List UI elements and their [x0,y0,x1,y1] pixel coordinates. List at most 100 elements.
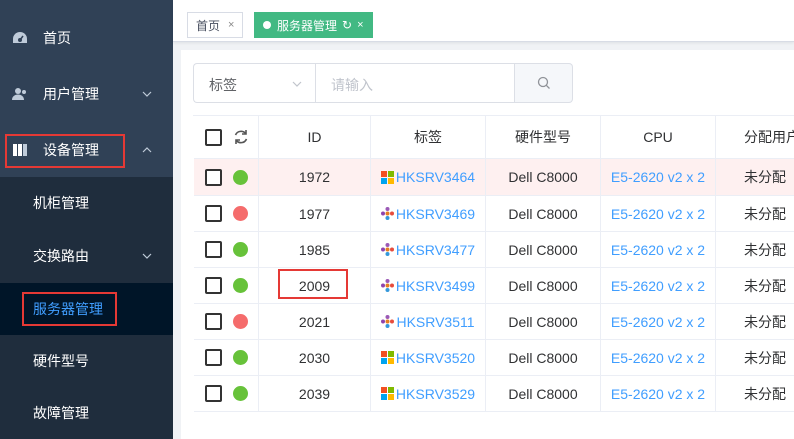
cell-cpu[interactable]: E5-2620 v2 x 2 [601,196,716,231]
header-id[interactable]: ID [259,116,371,158]
row-checkbox[interactable] [205,205,222,222]
sidebar-item-label: 机柜管理 [33,195,89,211]
status-green-icon [233,386,248,401]
row-checkbox[interactable] [205,277,222,294]
cell-id: 2021 [259,304,371,339]
sidebar-item-switch-routing[interactable]: 交换路由 [0,230,173,282]
sidebar-item-label: 故障管理 [33,405,89,421]
tab-home[interactable]: 首页 × [187,12,244,38]
sidebar-item-home[interactable]: 首页 [0,10,173,66]
search-input[interactable]: 请输入 [315,63,515,103]
field-select[interactable]: 标签 [193,63,315,103]
tab-label: 服务器管理 [277,18,338,33]
select-cell [194,268,259,303]
header-cpu[interactable]: CPU [601,116,716,158]
table-row[interactable]: 1972 HKSRV3464 Dell C8000 E5-2620 v2 x 2 未分配 [194,159,794,196]
submenu: 机柜管理 交换路由 服务器管理 硬件型号 故障管理 [0,177,173,439]
sidebar: 首页 用户管理 设备管理 机柜管理 交换路由 服务器管理 硬件型号 故障管理 [0,0,173,439]
row-checkbox[interactable] [205,241,222,258]
sidebar-item-users[interactable]: 用户管理 [0,66,173,122]
table-row[interactable]: 1985 HKSRV3477 Dell C8000 E5-2620 v2 x 2 未分配 [194,232,794,268]
table-row[interactable]: 2039 HKSRV3529 Dell C8000 E5-2620 v2 x 2 未分配 [194,376,794,412]
cell-tag[interactable]: HKSRV3499 [371,268,486,303]
server-tag-link[interactable]: HKSRV3464 [396,169,475,185]
status-green-icon [233,242,248,257]
header-model[interactable]: 硬件型号 [486,116,601,158]
sidebar-item-label: 硬件型号 [33,353,89,369]
cpu-link[interactable]: E5-2620 v2 x 2 [611,386,705,402]
row-checkbox[interactable] [205,313,222,330]
cell-tag[interactable]: HKSRV3511 [371,304,486,339]
cpu-link[interactable]: E5-2620 v2 x 2 [611,206,705,222]
refresh-icon[interactable]: ↻ [342,18,352,32]
sidebar-item-faults[interactable]: 故障管理 [0,387,173,439]
sidebar-item-devices[interactable]: 设备管理 [0,122,173,178]
sidebar-item-label: 服务器管理 [33,301,103,317]
cell-id: 1977 [259,196,371,231]
cpu-link[interactable]: E5-2620 v2 x 2 [611,242,705,258]
cell-tag[interactable]: HKSRV3464 [371,159,486,195]
close-icon[interactable]: × [357,19,363,31]
select-all-checkbox[interactable] [205,128,222,146]
table-row[interactable]: 2009 HKSRV3499 Dell C8000 E5-2620 v2 x 2 未分配 [194,268,794,304]
sidebar-item-label: 交换路由 [33,248,89,264]
sidebar-item-cabinet[interactable]: 机柜管理 [0,177,173,229]
windows-icon [380,170,394,184]
cell-cpu[interactable]: E5-2620 v2 x 2 [601,304,716,339]
server-tag-link[interactable]: HKSRV3477 [396,242,475,258]
cpu-link[interactable]: E5-2620 v2 x 2 [611,278,705,294]
server-tag-link[interactable]: HKSRV3499 [396,278,475,294]
select-cell [194,376,259,411]
cell-cpu[interactable]: E5-2620 v2 x 2 [601,159,716,195]
os-icon [380,279,394,292]
cell-assigned-user: 未分配 [744,313,786,330]
row-checkbox[interactable] [205,385,222,402]
server-tag-link[interactable]: HKSRV3469 [396,206,475,222]
server-tag-link[interactable]: HKSRV3529 [396,386,475,402]
row-checkbox[interactable] [205,349,222,366]
refresh-icon[interactable] [233,129,249,145]
server-tag-link[interactable]: HKSRV3520 [396,350,475,366]
sidebar-item-servers[interactable]: 服务器管理 [0,283,173,335]
cell-tag[interactable]: HKSRV3469 [371,196,486,231]
chevron-down-icon [142,253,152,259]
chevron-up-icon [142,147,152,153]
search-icon [537,76,550,89]
status-green-icon [233,169,248,185]
sidebar-item-hardware-model[interactable]: 硬件型号 [0,335,173,387]
cpu-link[interactable]: E5-2620 v2 x 2 [611,314,705,330]
table-row[interactable]: 1977 HKSRV3469 Dell C8000 E5-2620 v2 x 2 未分配 [194,196,794,232]
cell-cpu[interactable]: E5-2620 v2 x 2 [601,232,716,267]
cell-assigned-user: 未分配 [744,385,786,402]
active-dot-icon [263,21,271,29]
close-icon[interactable]: × [228,19,234,31]
cpu-link[interactable]: E5-2620 v2 x 2 [611,350,705,366]
cell-cpu[interactable]: E5-2620 v2 x 2 [601,376,716,411]
row-checkbox[interactable] [205,168,222,186]
cell-cpu[interactable]: E5-2620 v2 x 2 [601,340,716,375]
cell-model: Dell C8000 [486,268,601,303]
header-select-cell [194,116,259,158]
status-red-icon [233,314,248,329]
server-tag-link[interactable]: HKSRV3511 [396,314,474,330]
cell-cpu[interactable]: E5-2620 v2 x 2 [601,268,716,303]
header-assigned-user[interactable]: 分配用户 [716,116,794,158]
sidebar-item-label: 首页 [43,30,71,46]
cell-tag[interactable]: HKSRV3520 [371,340,486,375]
select-cell [194,159,259,195]
search-button[interactable] [515,63,573,103]
table-row[interactable]: 2030 HKSRV3520 Dell C8000 E5-2620 v2 x 2 未分配 [194,340,794,376]
sidebar-item-label: 用户管理 [43,86,99,102]
sidebar-item-label: 设备管理 [43,142,99,158]
cell-tag[interactable]: HKSRV3477 [371,232,486,267]
cell-assigned-user: 未分配 [744,241,786,258]
select-cell [194,340,259,375]
tab-server-management[interactable]: 服务器管理 ↻ × [254,12,373,38]
tags-view: 首页 × 服务器管理 ↻ × [173,0,794,42]
search-placeholder: 请输入 [331,77,373,93]
header-tag[interactable]: 标签 [371,116,486,158]
cell-model: Dell C8000 [486,340,601,375]
cell-tag[interactable]: HKSRV3529 [371,376,486,411]
table-row[interactable]: 2021 HKSRV3511 Dell C8000 E5-2620 v2 x 2 未分配 [194,304,794,340]
cpu-link[interactable]: E5-2620 v2 x 2 [611,169,705,185]
